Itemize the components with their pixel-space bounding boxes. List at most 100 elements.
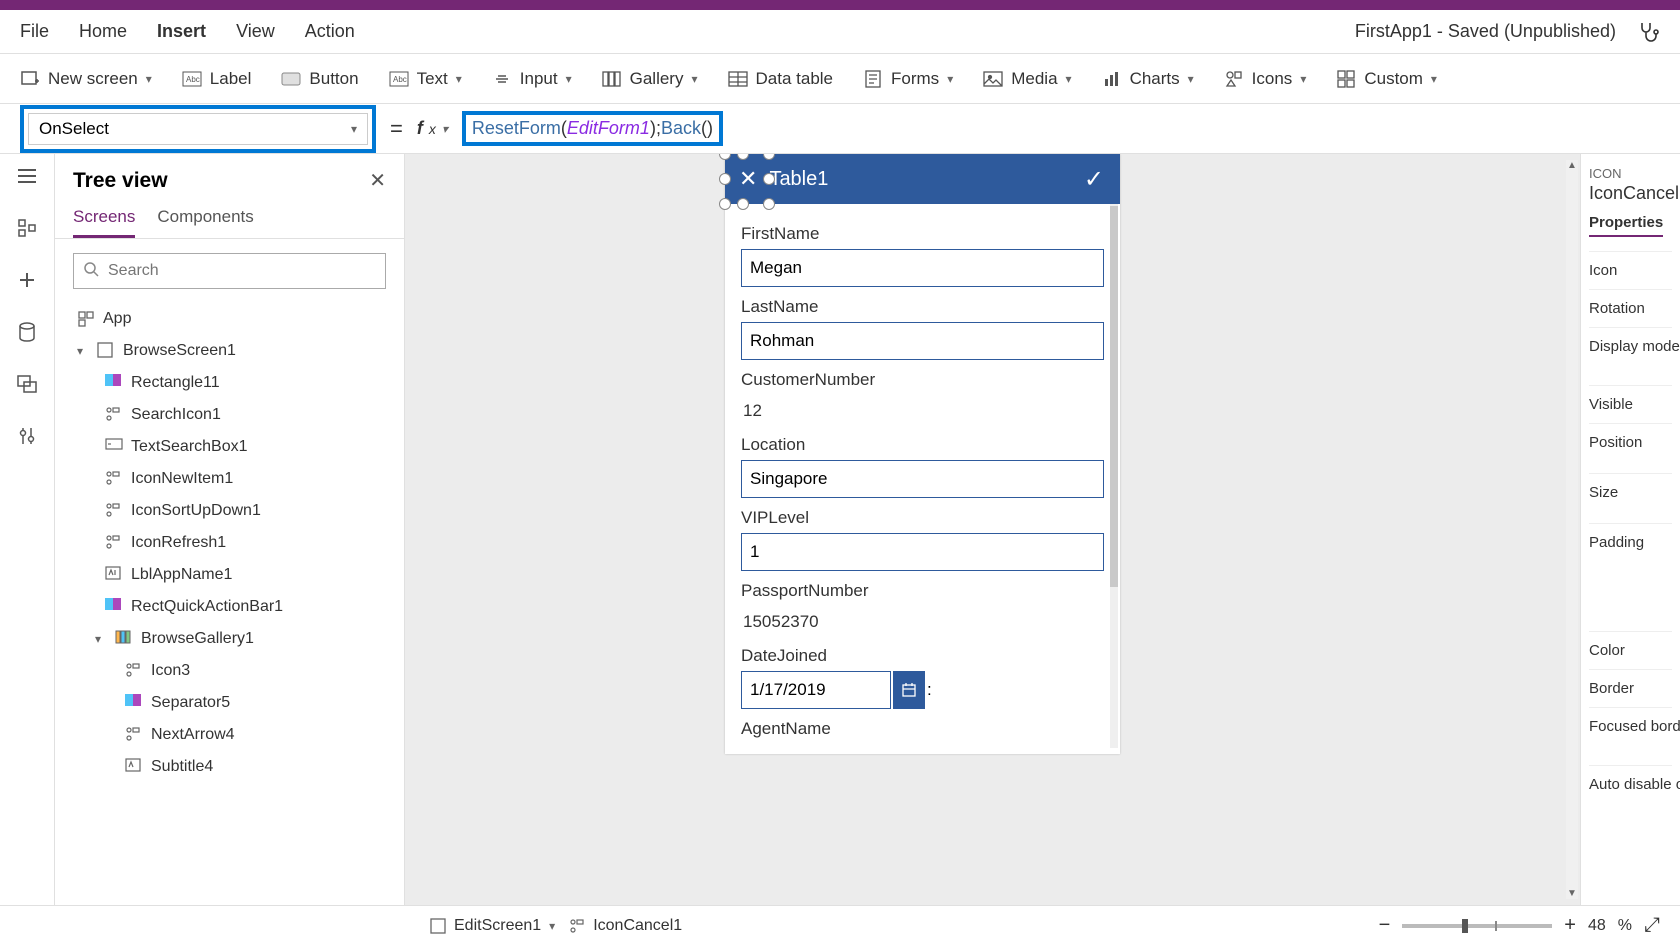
location-input[interactable] <box>741 460 1104 498</box>
menu-action[interactable]: Action <box>305 21 355 42</box>
prop-focused-border[interactable]: Focused borde <box>1589 707 1672 745</box>
breadcrumb-control[interactable]: IconCancel1 <box>569 917 682 935</box>
advanced-icon[interactable] <box>15 424 39 448</box>
chevron-down-icon[interactable]: ▾ <box>549 919 555 933</box>
tree-node-iconnew[interactable]: IconNewItem1 <box>73 463 400 495</box>
prop-display-mode[interactable]: Display mode <box>1589 327 1672 365</box>
media-rail-icon[interactable] <box>15 372 39 396</box>
custom-button[interactable]: Custom▾ <box>1336 69 1437 89</box>
media-button[interactable]: Media▾ <box>983 69 1071 89</box>
tree-node-nextarrow[interactable]: NextArrow4 <box>73 719 400 751</box>
zoom-slider[interactable] <box>1402 924 1552 928</box>
tree-node-iconrefresh[interactable]: IconRefresh1 <box>73 527 400 559</box>
tree-node-searchicon[interactable]: SearchIcon1 <box>73 399 400 431</box>
prop-auto-disable[interactable]: Auto disable o <box>1589 765 1672 803</box>
data-table-icon <box>728 69 748 89</box>
chevron-down-icon: ▾ <box>1188 72 1194 86</box>
property-dropdown[interactable]: OnSelect ▾ <box>28 113 368 145</box>
text-button[interactable]: Abc Text▾ <box>389 69 462 89</box>
menu-file[interactable]: File <box>20 21 49 42</box>
menu-insert[interactable]: Insert <box>157 21 206 42</box>
prop-visible[interactable]: Visible <box>1589 385 1672 423</box>
button-icon <box>281 69 301 89</box>
tab-properties[interactable]: Properties <box>1589 214 1663 237</box>
label-icon: Abc <box>182 69 202 89</box>
selection-handle[interactable] <box>737 198 749 210</box>
input-button[interactable]: Input▾ <box>492 69 572 89</box>
tree-list: App ▾BrowseScreen1 Rectangle11 SearchIco… <box>55 303 404 905</box>
label-button[interactable]: Abc Label <box>182 69 252 89</box>
prop-size[interactable]: Size <box>1589 473 1672 511</box>
prop-rotation[interactable]: Rotation <box>1589 289 1672 327</box>
tree-node-iconsort[interactable]: IconSortUpDown1 <box>73 495 400 527</box>
prop-icon[interactable]: Icon <box>1589 251 1672 289</box>
tree-view-icon[interactable] <box>15 216 39 240</box>
selection-handle[interactable] <box>719 198 731 210</box>
title-bar <box>0 0 1680 10</box>
tree-node-icon3[interactable]: Icon3 <box>73 655 400 687</box>
forms-button[interactable]: Forms▾ <box>863 69 953 89</box>
selection-handle[interactable] <box>763 154 775 160</box>
formula-input[interactable]: ResetForm(EditForm1);Back() <box>472 118 713 139</box>
data-table-button[interactable]: Data table <box>728 69 834 89</box>
zoom-out-button[interactable]: − <box>1379 914 1391 937</box>
chevron-down-icon[interactable]: ▾ <box>95 632 107 646</box>
gallery-icon <box>602 69 622 89</box>
insert-icon[interactable] <box>15 268 39 292</box>
prop-padding[interactable]: Padding <box>1589 523 1672 561</box>
submit-icon[interactable]: ✓ <box>1084 165 1104 194</box>
fit-to-window-icon[interactable]: ⤢ <box>1644 914 1660 937</box>
tree-node-rectangle[interactable]: Rectangle11 <box>73 367 400 399</box>
date-picker-button[interactable] <box>893 671 925 709</box>
gallery-button[interactable]: Gallery▾ <box>602 69 698 89</box>
tree-node-browsescreen[interactable]: ▾BrowseScreen1 <box>73 335 400 367</box>
charts-button[interactable]: Charts▾ <box>1102 69 1194 89</box>
tree-node-separator[interactable]: Separator5 <box>73 687 400 719</box>
tree-node-subtitle[interactable]: Subtitle4 <box>73 751 400 783</box>
tree-node-textsearch[interactable]: TextSearchBox1 <box>73 431 400 463</box>
tree-node-rectquick[interactable]: RectQuickActionBar1 <box>73 591 400 623</box>
fx-label[interactable]: fx ▾ <box>417 118 448 139</box>
prop-color[interactable]: Color <box>1589 631 1672 669</box>
close-icon[interactable]: ✕ <box>369 168 386 193</box>
canvas-scrollbar[interactable] <box>1566 160 1578 899</box>
breadcrumb-screen[interactable]: EditScreen1 ▾ <box>430 917 555 935</box>
input-icon <box>492 69 512 89</box>
tree-node-app[interactable]: App <box>73 303 400 335</box>
button-button[interactable]: Button <box>281 69 358 89</box>
new-screen-button[interactable]: New screen▾ <box>20 69 152 89</box>
data-icon[interactable] <box>15 320 39 344</box>
hamburger-icon[interactable] <box>15 164 39 188</box>
selection-handle[interactable] <box>763 198 775 210</box>
tree-node-lblapp[interactable]: LblAppName1 <box>73 559 400 591</box>
vip-input[interactable] <box>741 533 1104 571</box>
prop-border[interactable]: Border <box>1589 669 1672 707</box>
form-scrollbar[interactable] <box>1110 204 1118 748</box>
equals-sign: = <box>390 116 403 142</box>
menu-bar: File Home Insert View Action FirstApp1 -… <box>0 10 1680 54</box>
tab-screens[interactable]: Screens <box>73 199 135 238</box>
selection-handle[interactable] <box>737 154 749 160</box>
form-title: Table1 <box>769 168 828 191</box>
selection-handle[interactable] <box>719 154 731 160</box>
resize-handle[interactable] <box>1110 744 1120 754</box>
firstname-input[interactable] <box>741 249 1104 287</box>
datejoined-input[interactable] <box>741 671 891 709</box>
tab-components[interactable]: Components <box>157 199 253 238</box>
chevron-down-icon[interactable]: ▾ <box>77 344 89 358</box>
menu-view[interactable]: View <box>236 21 275 42</box>
search-icon <box>83 261 99 277</box>
prop-position[interactable]: Position <box>1589 423 1672 461</box>
firstname-label: FirstName <box>741 224 1104 244</box>
selection-handle[interactable] <box>763 173 775 185</box>
lastname-input[interactable] <box>741 322 1104 360</box>
zoom-in-button[interactable]: + <box>1564 914 1576 937</box>
canvas[interactable]: ✕ Table1 ✓ FirstName LastName CustomerNu… <box>405 154 1580 905</box>
cancel-icon[interactable]: ✕ <box>739 166 757 192</box>
search-input[interactable] <box>73 253 386 289</box>
menu-home[interactable]: Home <box>79 21 127 42</box>
tree-node-browsegallery[interactable]: ▾BrowseGallery1 <box>73 623 400 655</box>
app-checker-icon[interactable] <box>1636 20 1660 44</box>
icons-button[interactable]: Icons▾ <box>1224 69 1307 89</box>
selection-handle[interactable] <box>719 173 731 185</box>
